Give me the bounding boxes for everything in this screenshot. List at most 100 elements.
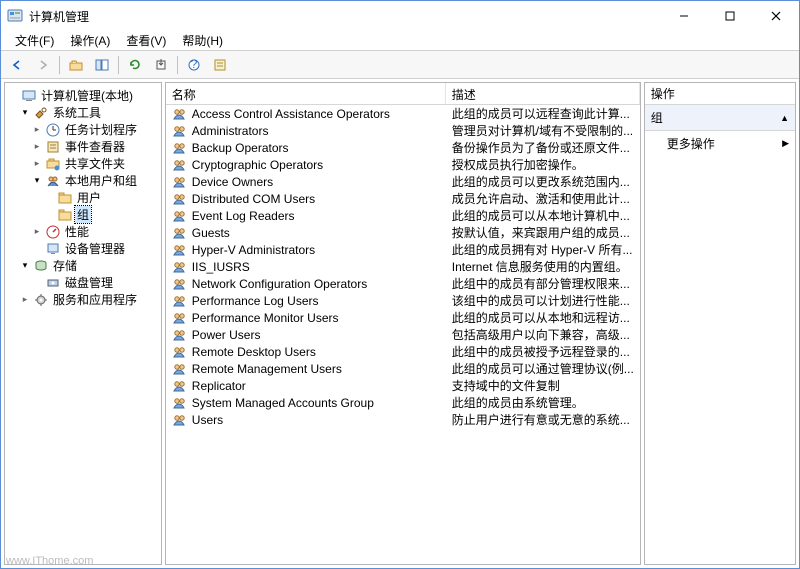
cell-description: 管理员对计算机/域有不受限制的...: [446, 122, 640, 139]
list-row[interactable]: System Managed Accounts Group此组的成员由系统管理。: [166, 394, 640, 411]
list-row[interactable]: Replicator支持域中的文件复制: [166, 377, 640, 394]
toolbar-separator: [177, 56, 178, 74]
refresh-button[interactable]: [123, 54, 147, 76]
tree-users[interactable]: 用户: [75, 189, 103, 206]
list-row[interactable]: Access Control Assistance Operators此组的成员…: [166, 105, 640, 122]
cell-description: 此组的成员可以从本地计算机中...: [446, 207, 640, 224]
group-icon: [172, 378, 188, 394]
column-description[interactable]: 描述: [446, 83, 640, 104]
twisty-closed-icon[interactable]: ▸: [19, 294, 31, 306]
group-icon: [172, 327, 188, 343]
tools-icon: [33, 105, 49, 121]
maximize-button[interactable]: [707, 1, 753, 31]
cell-name: System Managed Accounts Group: [166, 395, 446, 411]
collapse-icon: ▲: [780, 113, 789, 123]
tree-services[interactable]: 服务和应用程序: [51, 291, 139, 308]
twisty-open-icon[interactable]: ▾: [31, 175, 43, 187]
menu-action[interactable]: 操作(A): [64, 30, 116, 51]
cell-name: Device Owners: [166, 174, 446, 190]
group-icon: [172, 123, 188, 139]
watermark: www.IThome.com: [6, 555, 93, 567]
list-row[interactable]: Administrators管理员对计算机/域有不受限制的...: [166, 122, 640, 139]
list-body[interactable]: Access Control Assistance Operators 此组的成员…: [166, 105, 640, 564]
twisty-closed-icon[interactable]: ▸: [31, 141, 43, 153]
export-button[interactable]: [149, 54, 173, 76]
action-more[interactable]: 更多操作 ▶: [645, 131, 795, 156]
cell-name: IIS_IUSRS: [166, 259, 446, 275]
tree-pane: 计算机管理(本地) ▾ 系统工具 ▸ 任务计划程序 ▸ 事件查看器: [4, 82, 162, 565]
list-row[interactable]: Hyper-V Administrators此组的成员拥有对 Hyper-V 所…: [166, 241, 640, 258]
list-row[interactable]: Power Users包括高级用户以向下兼容，高级...: [166, 326, 640, 343]
tree-system-tools[interactable]: 系统工具: [51, 104, 103, 121]
back-button[interactable]: [5, 54, 29, 76]
cell-name: Access Control Assistance Operators: [166, 106, 446, 122]
tree-storage[interactable]: 存储: [51, 257, 79, 274]
list-row[interactable]: Guests按默认值，来宾跟用户组的成员...: [166, 224, 640, 241]
up-button[interactable]: [64, 54, 88, 76]
minimize-button[interactable]: [661, 1, 707, 31]
column-name[interactable]: 名称: [166, 83, 446, 104]
cell-name: Network Configuration Operators: [166, 276, 446, 292]
cell-description: 授权成员执行加密操作。: [446, 156, 640, 173]
svg-text:?: ?: [191, 58, 198, 71]
cell-description: 此组的成员由系统管理。: [446, 394, 640, 411]
menu-view[interactable]: 查看(V): [120, 30, 172, 51]
list-row[interactable]: Remote Management Users此组的成员可以通过管理协议(例..…: [166, 360, 640, 377]
list-row[interactable]: Backup Operators备份操作员为了备份或还原文件...: [166, 139, 640, 156]
close-button[interactable]: [753, 1, 799, 31]
forward-button[interactable]: [31, 54, 55, 76]
tree-root[interactable]: 计算机管理(本地): [39, 87, 135, 104]
list-row[interactable]: Performance Log Users该组中的成员可以计划进行性能...: [166, 292, 640, 309]
app-icon: [7, 8, 23, 24]
list-row[interactable]: Network Configuration Operators此组中的成员有部分…: [166, 275, 640, 292]
task-scheduler-icon: [45, 122, 61, 138]
show-hide-button[interactable]: [90, 54, 114, 76]
tree-local-users[interactable]: 本地用户和组: [63, 172, 139, 189]
window-title: 计算机管理: [29, 8, 661, 25]
cell-name: Remote Management Users: [166, 361, 446, 377]
list-row[interactable]: IIS_IUSRSInternet 信息服务使用的内置组。: [166, 258, 640, 275]
help-button[interactable]: ?: [182, 54, 206, 76]
group-icon: [172, 225, 188, 241]
folder-icon: [57, 190, 73, 206]
list-row[interactable]: Event Log Readers此组的成员可以从本地计算机中...: [166, 207, 640, 224]
menu-file[interactable]: 文件(F): [9, 30, 60, 51]
tree-devmgr[interactable]: 设备管理器: [63, 240, 127, 257]
computer-icon: [21, 88, 37, 104]
window-frame: 计算机管理 文件(F) 操作(A) 查看(V) 帮助(H) ?: [0, 0, 800, 569]
cell-description: 支持域中的文件复制: [446, 377, 640, 394]
list-row[interactable]: Cryptographic Operators授权成员执行加密操作。: [166, 156, 640, 173]
tree-groups[interactable]: 组: [75, 206, 91, 223]
services-icon: [33, 292, 49, 308]
tree-task-scheduler[interactable]: 任务计划程序: [63, 121, 139, 138]
list-row[interactable]: Distributed COM Users成员允许启动、激活和使用此计...: [166, 190, 640, 207]
cell-description: 此组的成员拥有对 Hyper-V 所有...: [446, 241, 640, 258]
list-row[interactable]: Users防止用户进行有意或无意的系统...: [166, 411, 640, 428]
cell-name: Backup Operators: [166, 140, 446, 156]
action-pane: 操作 组 ▲ 更多操作 ▶: [644, 82, 796, 565]
twisty-icon: [7, 90, 19, 102]
list-row[interactable]: Remote Desktop Users此组中的成员被授予远程登录的...: [166, 343, 640, 360]
cell-name: Event Log Readers: [166, 208, 446, 224]
properties-button[interactable]: [208, 54, 232, 76]
list-row[interactable]: Performance Monitor Users此组的成员可以从本地和远程访.…: [166, 309, 640, 326]
action-section-groups[interactable]: 组 ▲: [645, 105, 795, 131]
twisty-closed-icon[interactable]: ▸: [31, 226, 43, 238]
tree-performance[interactable]: 性能: [63, 223, 91, 240]
cell-name: Users: [166, 412, 446, 428]
menu-help[interactable]: 帮助(H): [176, 30, 229, 51]
tree-diskmgr[interactable]: 磁盘管理: [63, 274, 115, 291]
twisty-closed-icon[interactable]: ▸: [31, 124, 43, 136]
tree-event-viewer[interactable]: 事件查看器: [63, 138, 127, 155]
twisty-open-icon[interactable]: ▾: [19, 107, 31, 119]
group-icon: [172, 259, 188, 275]
twisty-closed-icon[interactable]: ▸: [31, 158, 43, 170]
cell-description: 成员允许启动、激活和使用此计...: [446, 190, 640, 207]
cell-description: 此组的成员可以从本地和远程访...: [446, 309, 640, 326]
nav-tree[interactable]: 计算机管理(本地) ▾ 系统工具 ▸ 任务计划程序 ▸ 事件查看器: [5, 83, 161, 564]
twisty-open-icon[interactable]: ▾: [19, 260, 31, 272]
cell-name: Guests: [166, 225, 446, 241]
tree-shared[interactable]: 共享文件夹: [63, 155, 127, 172]
list-row[interactable]: Device Owners此组的成员可以更改系统范围内...: [166, 173, 640, 190]
cell-name: Distributed COM Users: [166, 191, 446, 207]
